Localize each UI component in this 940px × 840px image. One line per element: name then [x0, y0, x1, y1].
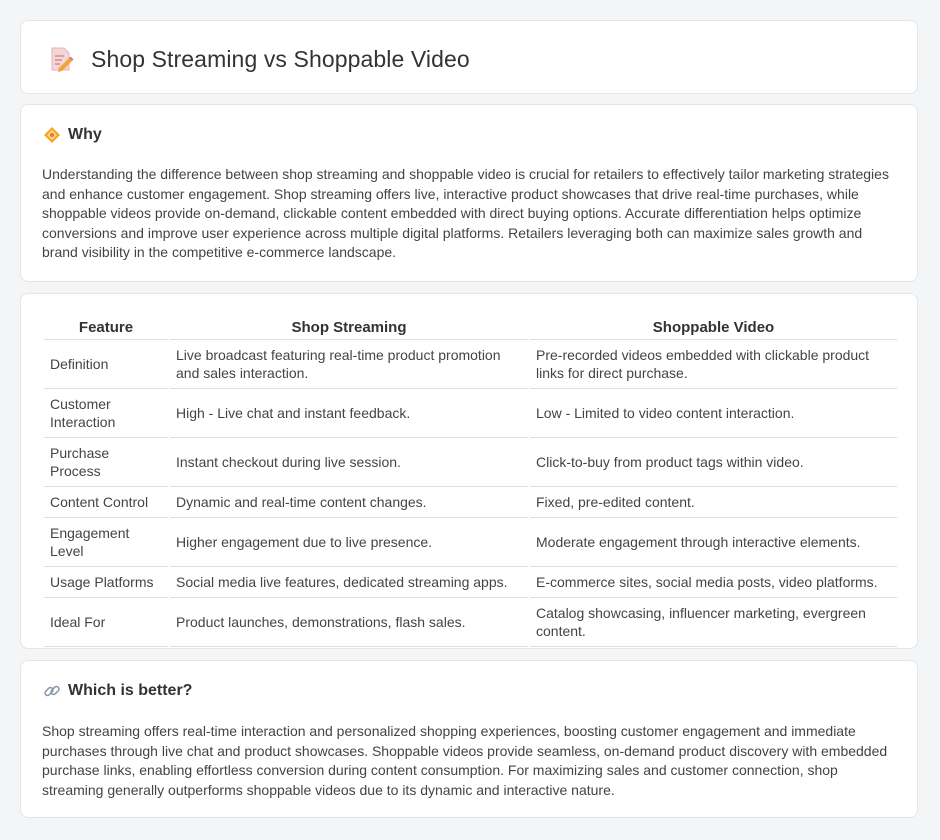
why-heading: Why	[43, 126, 102, 144]
feature-cell: Usage Platforms	[44, 567, 168, 598]
shoppable-video-cell: Pre-recorded videos embedded with clicka…	[530, 340, 897, 389]
which-is-better-section: Which is better? Shop streaming offers r…	[20, 660, 918, 818]
shoppable-video-cell: Low - Limited to video content interacti…	[530, 389, 897, 438]
shop-streaming-cell: Live broadcast featuring real-time produ…	[170, 340, 528, 389]
shoppable-video-cell: Catalog showcasing, influencer marketing…	[530, 598, 897, 647]
shoppable-video-cell: E-commerce sites, social media posts, vi…	[530, 567, 897, 598]
why-title: Why	[68, 126, 102, 143]
column-header-shop-streaming: Shop Streaming	[170, 315, 528, 340]
shop-streaming-cell: Higher engagement due to live presence.	[170, 518, 528, 567]
better-title: Which is better?	[68, 682, 193, 699]
shop-streaming-cell: Product launches, demonstrations, flash …	[170, 598, 528, 647]
diamond-icon	[44, 127, 60, 143]
shop-streaming-cell: Social media live features, dedicated st…	[170, 567, 528, 598]
feature-cell: Ideal For	[44, 598, 168, 647]
column-header-shoppable-video: Shoppable Video	[530, 315, 897, 340]
feature-cell: Content Control	[44, 487, 168, 518]
table-row: Usage Platforms Social media live featur…	[44, 567, 897, 598]
title-row: Shop Streaming vs Shoppable Video	[45, 44, 470, 74]
document-edit-icon	[51, 47, 74, 72]
table-row: Purchase Process Instant checkout during…	[44, 438, 897, 487]
table-row: Definition Live broadcast featuring real…	[44, 340, 897, 389]
shop-streaming-cell: Dynamic and real-time content changes.	[170, 487, 528, 518]
shop-streaming-cell: Instant checkout during live session.	[170, 438, 528, 487]
title-card: Shop Streaming vs Shoppable Video	[20, 20, 918, 94]
comparison-section: Feature Shop Streaming Shoppable Video D…	[20, 293, 918, 649]
shoppable-video-cell: Moderate engagement through interactive …	[530, 518, 897, 567]
column-header-feature: Feature	[44, 315, 168, 340]
table-row: Engagement Level Higher engagement due t…	[44, 518, 897, 567]
table-row: Customer Interaction High - Live chat an…	[44, 389, 897, 438]
table-row: Ideal For Product launches, demonstratio…	[44, 598, 897, 647]
shoppable-video-cell: Fixed, pre-edited content.	[530, 487, 897, 518]
feature-cell: Customer Interaction	[44, 389, 168, 438]
page-title: Shop Streaming vs Shoppable Video	[91, 45, 470, 72]
shoppable-video-cell: Click-to-buy from product tags within vi…	[530, 438, 897, 487]
table-row: Content Control Dynamic and real-time co…	[44, 487, 897, 518]
feature-cell: Engagement Level	[44, 518, 168, 567]
feature-cell: Purchase Process	[44, 438, 168, 487]
why-section: Why Understanding the difference between…	[20, 104, 918, 282]
better-text: Shop streaming offers real-time interact…	[42, 723, 888, 798]
table-header-row: Feature Shop Streaming Shoppable Video	[44, 315, 897, 340]
comparison-table: Feature Shop Streaming Shoppable Video D…	[42, 315, 899, 647]
link-icon	[44, 685, 60, 697]
better-heading: Which is better?	[43, 682, 192, 700]
why-text: Understanding the difference between sho…	[42, 166, 889, 261]
shop-streaming-cell: High - Live chat and instant feedback.	[170, 389, 528, 438]
feature-cell: Definition	[44, 340, 168, 389]
